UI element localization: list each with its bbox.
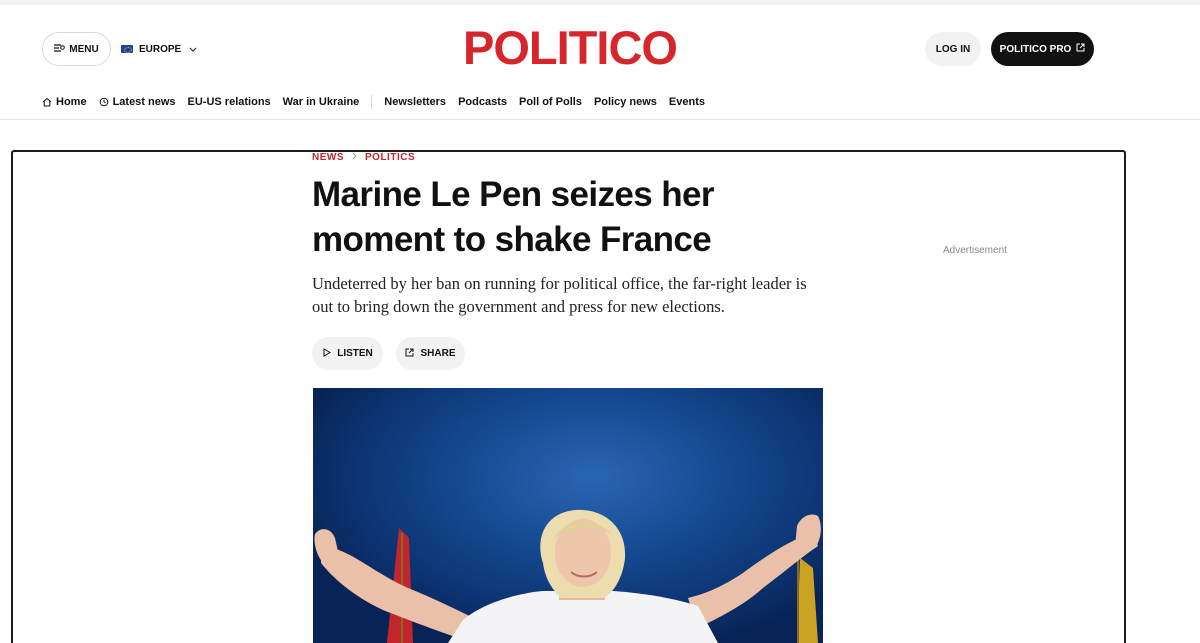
nav-item-events[interactable]: Events [669,96,705,108]
article-headline: Marine Le Pen seizes her moment to shake… [312,175,715,259]
nav-item-home[interactable]: Home [42,96,87,108]
share-icon [405,348,414,360]
edition-selector[interactable]: EUROPE [121,40,197,58]
external-link-icon [1076,43,1085,55]
login-button[interactable]: LOG IN [925,32,981,66]
eu-flag-icon [121,45,133,53]
article-lead-photo [313,388,823,643]
nav-label-home: Home [56,96,87,108]
nav-item-policy-news[interactable]: Policy news [594,96,657,108]
photo-illustration [314,509,821,643]
share-label: SHARE [420,348,456,359]
nav-item-eu-us-relations[interactable]: EU-US relations [188,96,271,108]
edition-label: EUROPE [139,43,182,55]
breadcrumb-politics[interactable]: POLITICS [365,152,415,163]
home-icon [42,97,52,107]
nav-item-latest-news[interactable]: Latest news [99,96,176,108]
nav-item-poll-of-polls[interactable]: Poll of Polls [519,96,582,108]
politico-pro-button[interactable]: POLITICO PRO [991,32,1094,66]
politico-logo[interactable]: POLITICO [463,23,678,73]
nav-item-podcasts[interactable]: Podcasts [458,96,507,108]
politico-pro-label: POLITICO PRO [999,43,1072,55]
listen-button[interactable]: LISTEN [312,337,383,370]
play-icon [322,347,332,360]
main-nav: Home Latest news EU-US relations War in … [42,92,717,112]
menu-icon [54,43,66,55]
menu-button[interactable]: MENU [42,32,111,66]
clock-icon [99,97,109,107]
chevron-right-icon [352,152,357,163]
site-header: MENU EUROPE POLITICO LOG IN POLITICO PRO… [0,5,1200,120]
share-button[interactable]: SHARE [396,337,465,370]
advertisement-label: Advertisement [943,245,1007,256]
nav-item-war-in-ukraine[interactable]: War in Ukraine [283,96,360,108]
nav-item-newsletters[interactable]: Newsletters [384,96,446,108]
chevron-down-icon [189,44,197,54]
menu-label: MENU [69,43,99,55]
listen-label: LISTEN [337,348,373,359]
breadcrumb-news[interactable]: NEWS [312,152,344,163]
nav-divider [371,95,373,109]
nav-label-latest-news: Latest news [112,96,176,108]
article-dek: Undeterred by her ban on running for pol… [312,274,807,316]
breadcrumb: NEWS POLITICS [312,152,415,163]
